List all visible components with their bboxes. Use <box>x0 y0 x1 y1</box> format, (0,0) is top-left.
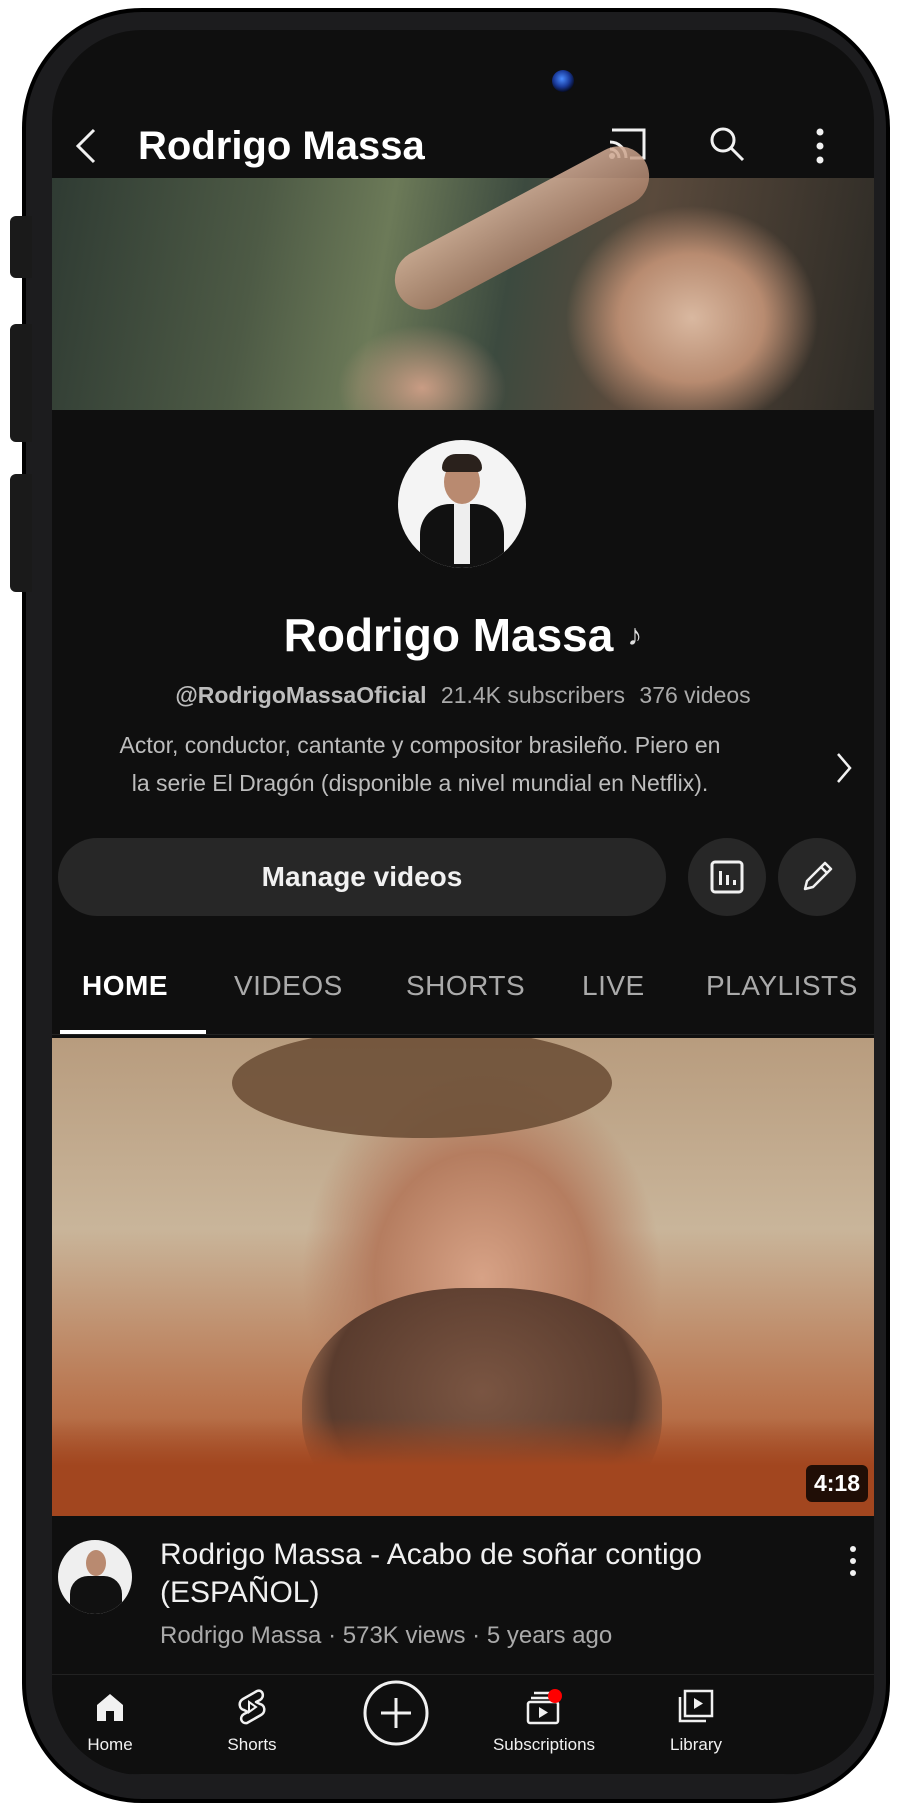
channel-handle: @RodrigoMassaOficial <box>175 682 427 708</box>
home-icon <box>97 1694 123 1721</box>
channel-name-row: Rodrigo Massa ♪ <box>52 608 874 662</box>
app-screen: Rodrigo Massa Rodrigo Massa ♪ @RodrigoMas… <box>52 30 874 1775</box>
create-plus-icon <box>363 1680 429 1746</box>
channel-tabs: HOME VIDEOS SHORTS LIVE PLAYLISTS <box>52 970 874 1034</box>
nav-subscriptions[interactable]: Subscriptions <box>464 1685 624 1755</box>
nav-shorts[interactable]: Shorts <box>172 1685 332 1755</box>
subscriptions-icon <box>526 1689 562 1725</box>
shorts-icon <box>238 1689 266 1725</box>
nav-home[interactable]: Home <box>52 1685 190 1755</box>
manage-videos-button[interactable]: Manage videos <box>58 838 666 916</box>
side-button-volume-up <box>10 324 32 442</box>
video-count: 376 videos <box>639 682 751 708</box>
tab-videos[interactable]: VIDEOS <box>234 970 343 1002</box>
channel-stats: @RodrigoMassaOficial 21.4K subscribers 3… <box>52 682 874 709</box>
notification-dot <box>548 1689 562 1703</box>
tab-shorts[interactable]: SHORTS <box>406 970 525 1002</box>
video-age: 5 years ago <box>486 1622 613 1649</box>
tab-live[interactable]: LIVE <box>582 970 645 1002</box>
separator: · <box>328 1622 337 1649</box>
analytics-icon <box>710 860 744 894</box>
system-home-area <box>52 1774 874 1775</box>
video-views: 573K views <box>342 1622 466 1649</box>
search-icon[interactable] <box>707 124 747 164</box>
video-thumbnail[interactable]: 4:18 <box>52 1038 874 1516</box>
channel-banner <box>52 135 874 410</box>
tab-playlists[interactable]: PLAYLISTS <box>706 970 858 1002</box>
more-vertical-icon[interactable] <box>848 1544 858 1578</box>
bottom-navigation: Home Shorts Subscriptions Library <box>52 1674 874 1774</box>
side-button-volume-down <box>10 474 32 592</box>
channel-description[interactable]: Actor, conductor, cantante y compositor … <box>60 726 780 802</box>
back-icon[interactable] <box>72 126 102 166</box>
edit-channel-button[interactable] <box>778 838 856 916</box>
side-button-mute <box>10 216 32 278</box>
subscriber-count: 21.4K subscribers <box>440 682 626 708</box>
description-line: la serie El Dragón (disponible a nivel m… <box>131 770 709 796</box>
library-icon <box>678 1689 714 1723</box>
video-title[interactable]: Rodrigo Massa - Acabo de soñar contigo (… <box>160 1536 760 1612</box>
top-app-bar: Rodrigo Massa <box>52 112 874 182</box>
video-channel-avatar[interactable] <box>58 1540 132 1614</box>
video-details[interactable]: Rodrigo Massa - Acabo de soñar contigo (… <box>52 1530 874 1660</box>
page-title: Rodrigo Massa <box>138 124 425 168</box>
video-duration-badge: 4:18 <box>805 1465 868 1502</box>
nav-create[interactable] <box>316 1677 476 1749</box>
video-metadata: Rodrigo Massa · 573K views · 5 years ago <box>160 1622 612 1650</box>
channel-name: Rodrigo Massa <box>283 609 614 661</box>
tab-home[interactable]: HOME <box>82 970 168 1002</box>
more-vertical-icon[interactable] <box>810 124 830 168</box>
pencil-icon <box>803 861 833 891</box>
chevron-right-icon[interactable] <box>834 750 854 786</box>
front-camera <box>552 70 574 92</box>
separator: · <box>472 1622 481 1649</box>
music-note-icon: ♪ <box>627 619 643 652</box>
description-line: Actor, conductor, cantante y compositor … <box>119 732 721 758</box>
nav-library[interactable]: Library <box>616 1685 776 1755</box>
video-channel-name: Rodrigo Massa <box>160 1622 322 1649</box>
analytics-button[interactable] <box>688 838 766 916</box>
tab-divider <box>52 1034 874 1035</box>
channel-avatar[interactable] <box>398 440 526 568</box>
